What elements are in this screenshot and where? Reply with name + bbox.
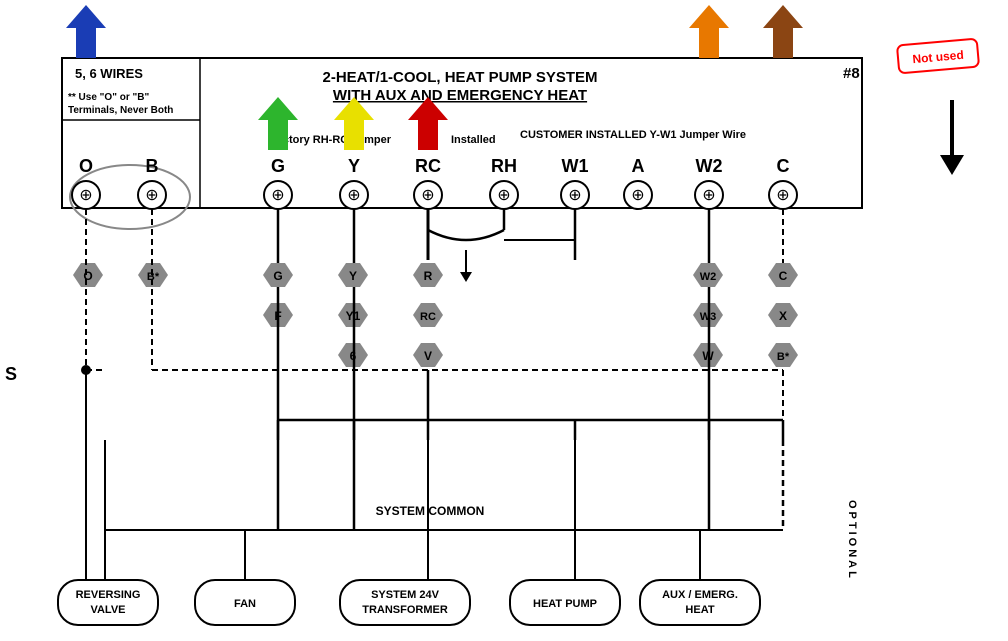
- svg-text:VALVE: VALVE: [90, 604, 125, 616]
- svg-text:Installed: Installed: [451, 134, 496, 146]
- svg-text:RC: RC: [420, 311, 436, 323]
- svg-text:G: G: [271, 156, 285, 176]
- svg-text:6: 6: [350, 349, 357, 363]
- svg-text:SYSTEM 24V: SYSTEM 24V: [371, 589, 440, 601]
- svg-text:5, 6 WIRES: 5, 6 WIRES: [75, 66, 143, 81]
- svg-text:C: C: [779, 269, 788, 283]
- svg-text:O: O: [83, 269, 92, 283]
- svg-text:HEAT: HEAT: [685, 604, 714, 616]
- svg-text:Not used: Not used: [912, 48, 964, 66]
- svg-text:W2: W2: [700, 271, 717, 283]
- svg-text:B: B: [146, 156, 159, 176]
- svg-text:RC: RC: [415, 156, 441, 176]
- svg-text:⊕: ⊕: [79, 187, 92, 204]
- svg-text:W1: W1: [562, 156, 589, 176]
- svg-text:⊕: ⊕: [497, 187, 510, 204]
- svg-text:Y: Y: [349, 269, 357, 283]
- svg-text:WITH AUX AND EMERGENCY HEAT: WITH AUX AND EMERGENCY HEAT: [333, 87, 587, 104]
- svg-text:FAN: FAN: [234, 598, 256, 610]
- svg-text:OPTIONAL: OPTIONAL: [846, 500, 858, 581]
- svg-text:** Use "O" or "B": ** Use "O" or "B": [68, 92, 149, 103]
- svg-text:RH: RH: [491, 156, 517, 176]
- svg-text:⊕: ⊕: [271, 187, 284, 204]
- svg-text:⊕: ⊕: [776, 187, 789, 204]
- svg-text:⊕: ⊕: [702, 187, 715, 204]
- svg-text:C: C: [777, 156, 790, 176]
- svg-text:⊕: ⊕: [145, 187, 158, 204]
- svg-text:W2: W2: [696, 156, 723, 176]
- svg-text:O: O: [79, 156, 93, 176]
- svg-text:Factory RH-RC Jumper: Factory RH-RC Jumper: [270, 134, 392, 146]
- svg-text:B*: B*: [147, 271, 160, 283]
- svg-text:REVERSING: REVERSING: [76, 589, 141, 601]
- svg-text:⊕: ⊕: [421, 187, 434, 204]
- svg-text:⊕: ⊕: [631, 187, 644, 204]
- svg-text:F: F: [274, 309, 281, 323]
- svg-text:W: W: [702, 349, 714, 363]
- svg-text:B*: B*: [777, 351, 790, 363]
- svg-text:Y: Y: [348, 156, 360, 176]
- svg-text:S: S: [5, 364, 17, 384]
- svg-text:A: A: [632, 156, 645, 176]
- svg-text:R: R: [424, 269, 433, 283]
- svg-text:V: V: [424, 349, 432, 363]
- svg-text:2-HEAT/1-COOL, HEAT PUMP SYSTE: 2-HEAT/1-COOL, HEAT PUMP SYSTEM: [322, 69, 597, 86]
- svg-text:#8: #8: [843, 65, 860, 82]
- svg-text:Terminals, Never Both: Terminals, Never Both: [68, 105, 173, 116]
- svg-text:SYSTEM COMMON: SYSTEM COMMON: [376, 504, 485, 518]
- svg-text:TRANSFORMER: TRANSFORMER: [362, 604, 448, 616]
- svg-text:Y1: Y1: [346, 309, 361, 323]
- svg-text:AUX / EMERG.: AUX / EMERG.: [662, 589, 738, 601]
- svg-text:HEAT PUMP: HEAT PUMP: [533, 598, 597, 610]
- svg-text:X: X: [779, 309, 787, 323]
- svg-text:G: G: [273, 269, 282, 283]
- svg-text:⊕: ⊕: [347, 187, 360, 204]
- svg-text:CUSTOMER INSTALLED Y-W1 Jumper: CUSTOMER INSTALLED Y-W1 Jumper Wire: [520, 129, 746, 141]
- svg-text:W3: W3: [700, 311, 717, 323]
- svg-text:⊕: ⊕: [568, 187, 581, 204]
